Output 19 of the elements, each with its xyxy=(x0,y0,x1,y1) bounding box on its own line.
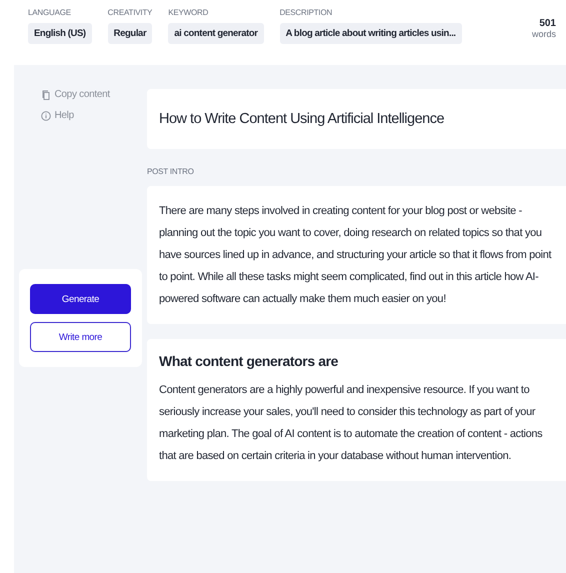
setting-value[interactable]: English (US) xyxy=(28,23,92,44)
setting-value[interactable]: A blog article about writing articles usin... xyxy=(280,23,462,44)
section-text: There are many steps involved in creating content for your blog post or website - planning out the topic you want to cover, doing research on related topics so that you have sources lined up in advance, and structuring your article so that it flows from point to point. While all these tasks might seem complicated, find out in this article how AI-powered software can actually make them much easier on you! xyxy=(159,204,552,307)
write-more-button[interactable]: Write more xyxy=(30,322,131,352)
section-label: POST INTRO xyxy=(147,167,195,176)
setting-label: KEYWORD xyxy=(168,8,210,17)
generate-button[interactable]: Generate xyxy=(30,284,131,314)
setting-value[interactable]: Regular xyxy=(108,23,152,44)
article-title: How to Write Content Using Artificial Intelligence xyxy=(159,110,446,129)
section-heading: What content generators are xyxy=(159,353,340,369)
setting-label: CREATIVITY xyxy=(108,8,152,17)
section-text: Content generators are a highly powerful and inexpensive resource. If you want to seriously increase your sales, you'll need to consider this technology as part of your marketing plan. The goal of AI content is to automate the creation of content - actions that are based on certain criteria in your database without human intervention. xyxy=(159,383,544,464)
word-count: 501 xyxy=(539,18,556,29)
help-icon xyxy=(40,110,50,120)
setting-label: DESCRIPTION xyxy=(280,8,334,17)
setting-label: LANGUAGE xyxy=(28,8,72,17)
copy-icon xyxy=(40,90,50,100)
word-count-unit: words xyxy=(532,29,556,39)
setting-value[interactable]: ai content generator xyxy=(168,23,264,44)
